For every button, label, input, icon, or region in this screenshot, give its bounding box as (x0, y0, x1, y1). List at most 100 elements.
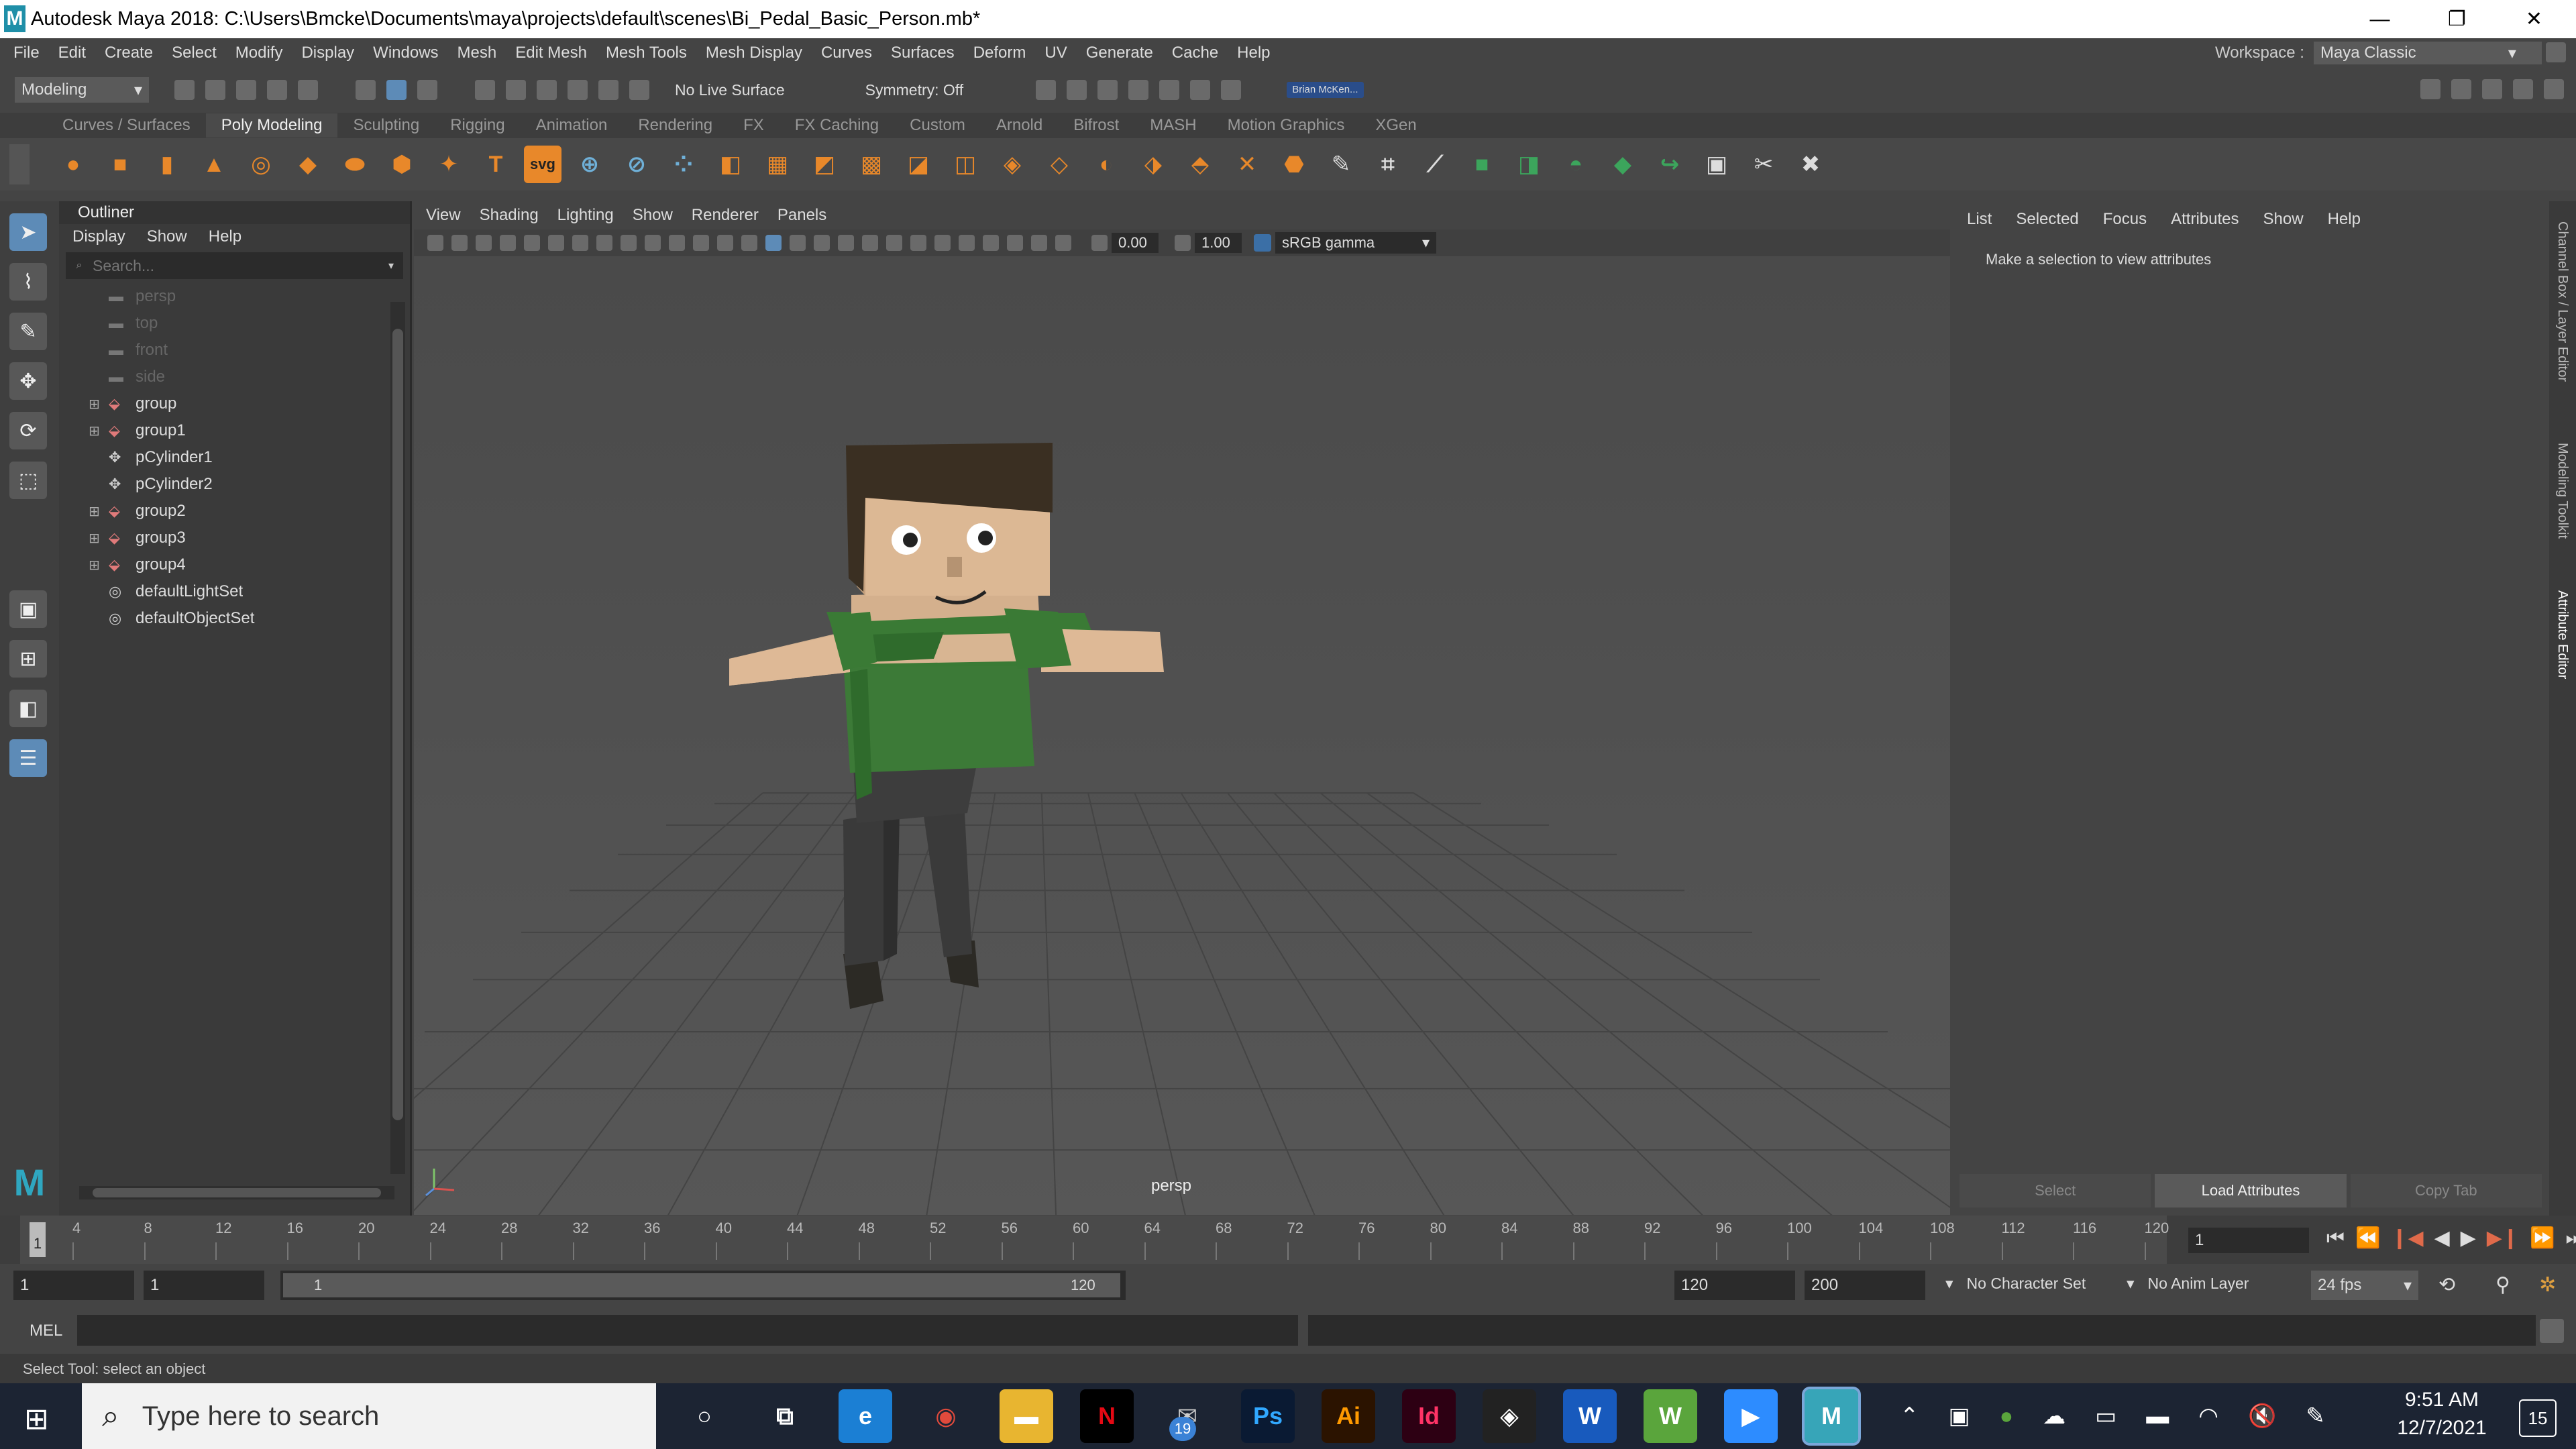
viewport-menu-lighting[interactable]: Lighting (557, 206, 614, 225)
edge-icon[interactable]: e (839, 1389, 892, 1443)
viewport-menu-panels[interactable]: Panels (777, 206, 826, 225)
outliner-item[interactable]: ⊞ ⬙ group3 (59, 525, 410, 551)
snap-view-icon[interactable] (568, 80, 588, 100)
textured-icon[interactable] (862, 235, 878, 251)
indesign-icon[interactable]: Id (1402, 1389, 1456, 1443)
lights-icon[interactable] (886, 235, 902, 251)
menu-display[interactable]: Display (301, 44, 354, 62)
menu-edit[interactable]: Edit (58, 44, 86, 62)
mirror-icon[interactable]: ◐ (1087, 146, 1125, 183)
expand-icon[interactable]: ⊞ (89, 423, 105, 439)
attr-menu-focus[interactable]: Focus (2103, 210, 2147, 229)
resolution-gate-icon[interactable] (621, 235, 637, 251)
step-forward-key-icon[interactable]: ⏩ (2530, 1226, 2555, 1250)
menu-file[interactable]: File (13, 44, 40, 62)
motion-blur-icon[interactable] (959, 235, 975, 251)
reduce-icon[interactable]: ✕ (1228, 146, 1266, 183)
copy-tab-button[interactable]: Copy Tab (2350, 1174, 2542, 1208)
xray-components-icon[interactable] (1055, 235, 1071, 251)
uv-cylindrical-icon[interactable]: ◨ (1510, 146, 1548, 183)
taskbar-search[interactable]: ⌕ Type here to search (82, 1383, 656, 1449)
menu-select[interactable]: Select (172, 44, 217, 62)
open-scene-icon[interactable] (205, 80, 225, 100)
load-attributes-button[interactable]: Load Attributes (2155, 1174, 2347, 1208)
character-set-dropdown[interactable]: ▾ No Character Set (1945, 1275, 2086, 1293)
notifications-icon[interactable]: 15 (2519, 1399, 2557, 1437)
illustrator-icon[interactable]: Ai (1322, 1389, 1375, 1443)
unity-icon[interactable]: ◈ (1483, 1389, 1536, 1443)
scale-tool-icon[interactable]: ⬚ (9, 462, 47, 499)
preferences-icon[interactable]: ✲ (2539, 1273, 2563, 1297)
range-bar-thumb[interactable] (283, 1273, 1120, 1297)
render-view-icon[interactable] (1128, 80, 1149, 100)
expand-icon[interactable]: ⊞ (89, 396, 105, 413)
bookmark-icon[interactable] (476, 235, 492, 251)
sphere-icon[interactable]: ● (54, 146, 92, 183)
webex-tray-icon[interactable]: ● (2000, 1403, 2014, 1430)
show-hidden-icons-icon[interactable]: ⌃ (1900, 1403, 1919, 1430)
menu-edit-mesh[interactable]: Edit Mesh (515, 44, 587, 62)
attr-menu-attributes[interactable]: Attributes (2171, 210, 2239, 229)
combine-icon[interactable]: ⊕ (571, 146, 608, 183)
explorer-icon[interactable]: ▬ (1000, 1389, 1053, 1443)
outliner-item[interactable]: ✥ pCylinder2 (59, 471, 410, 498)
outliner-menu-display[interactable]: Display (72, 227, 125, 246)
menu-help[interactable]: Help (1237, 44, 1270, 62)
outliner-search-input[interactable] (93, 256, 379, 275)
go-to-end-icon[interactable]: ⏭ (2565, 1227, 2576, 1250)
taskbar-clock[interactable]: 9:51 AM 12/7/2021 (2375, 1389, 2509, 1440)
paint-select-tool-icon[interactable]: ✎ (9, 313, 47, 350)
triangulate-icon[interactable]: ⬣ (1275, 146, 1313, 183)
merge-icon[interactable]: ⬗ (1134, 146, 1172, 183)
plane-icon[interactable]: ◆ (289, 146, 327, 183)
outliner-item[interactable]: ▬ side (59, 364, 410, 390)
menu-mesh-tools[interactable]: Mesh Tools (606, 44, 687, 62)
type-icon[interactable]: T (477, 146, 515, 183)
time-slider[interactable]: 1 4 8 12 16 20 24 28 32 36 40 44 48 52 56 60 64 68 72 76 80… (0, 1216, 2576, 1264)
wireframe-icon[interactable] (741, 235, 757, 251)
collapse-icon[interactable]: ⬘ (1181, 146, 1219, 183)
scene-canvas[interactable]: persp (414, 256, 1950, 1216)
onedrive-icon[interactable]: ☁ (2043, 1403, 2065, 1430)
shadows-icon[interactable] (910, 235, 926, 251)
ambient-occlusion-icon[interactable] (934, 235, 951, 251)
select-button[interactable]: Select (1960, 1174, 2151, 1208)
menu-windows[interactable]: Windows (373, 44, 438, 62)
menu-generate[interactable]: Generate (1086, 44, 1153, 62)
attribute-editor-toggle-icon[interactable] (2451, 79, 2471, 99)
play-forward-icon[interactable]: ▶ (2461, 1226, 2476, 1250)
shelf-tab-bifrost[interactable]: Bifrost (1058, 113, 1134, 138)
render-settings-icon[interactable] (1036, 80, 1057, 100)
go-to-start-icon[interactable]: ⏮ (2326, 1227, 2345, 1250)
bevel-icon[interactable]: ◩ (806, 146, 843, 183)
shelf-menu-icon[interactable] (9, 144, 30, 184)
shelf-tab-arnold[interactable]: Arnold (981, 113, 1058, 138)
viewport-menu-show[interactable]: Show (633, 206, 673, 225)
channel-box-toggle-icon[interactable] (2513, 79, 2533, 99)
uv-auto-icon[interactable]: ◆ (1604, 146, 1642, 183)
end-time-field[interactable]: 200 (1805, 1271, 1925, 1300)
outliner-item[interactable]: ⊞ ⬙ group1 (59, 417, 410, 444)
lasso-tool-icon[interactable]: ⌇ (9, 263, 47, 301)
menu-curves[interactable]: Curves (821, 44, 872, 62)
xray-joints-icon[interactable] (1031, 235, 1047, 251)
step-forward-frame-icon[interactable]: ▶❙ (2487, 1226, 2519, 1250)
film-gate-icon[interactable] (596, 235, 612, 251)
hscrollbar-thumb[interactable] (93, 1188, 381, 1197)
outliner-item[interactable]: ⊞ ⬙ group (59, 390, 410, 417)
menu-mesh-display[interactable]: Mesh Display (706, 44, 802, 62)
gamma-field[interactable]: 1.00 (1195, 233, 1242, 253)
platonic-icon[interactable]: ⬢ (383, 146, 421, 183)
command-language-label[interactable]: MEL (30, 1322, 62, 1340)
volume-muted-icon[interactable]: 🔇 (2248, 1403, 2276, 1430)
wedge-icon[interactable]: ◪ (900, 146, 937, 183)
grid-toggle-icon[interactable] (572, 235, 588, 251)
gamma-icon[interactable] (1175, 235, 1191, 251)
menu-deform[interactable]: Deform (973, 44, 1026, 62)
mode-dropdown[interactable]: Modeling ▾ (15, 77, 149, 103)
playback-start-field[interactable]: 1 (144, 1271, 264, 1300)
fill-hole-icon[interactable]: ◈ (994, 146, 1031, 183)
menu-cache[interactable]: Cache (1172, 44, 1218, 62)
camera-select-icon[interactable] (427, 235, 443, 251)
modeling-toolkit-side-tab[interactable]: Modeling Toolkit (2555, 443, 2570, 577)
